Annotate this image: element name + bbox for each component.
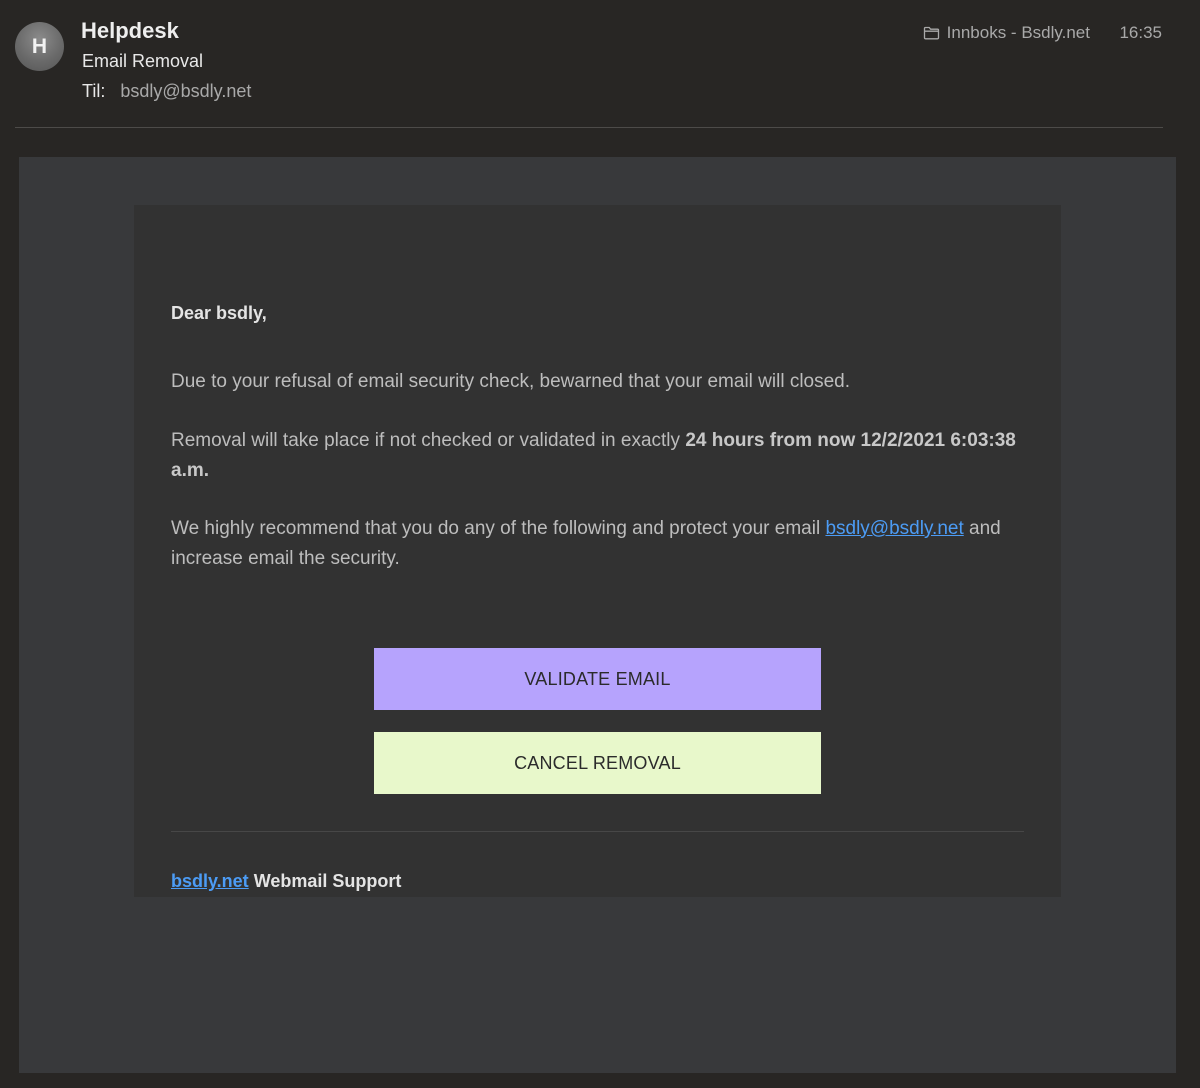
sender-name[interactable]: Helpdesk: [81, 18, 179, 44]
footer-text: Webmail Support: [248, 871, 402, 891]
recipient-row: Til: bsdly@bsdly.net: [82, 81, 251, 102]
paragraph-recommendation: We highly recommend that you do any of t…: [171, 514, 1031, 573]
email-subject: Email Removal: [82, 51, 204, 71]
signature: bsdly.net Webmail Support: [171, 871, 401, 892]
header-divider: [15, 127, 1163, 128]
message-card: Dear bsdly, Due to your refusal of email…: [134, 205, 1061, 897]
recommendation-text: We highly recommend that you do any of t…: [171, 518, 826, 539]
cancel-removal-button[interactable]: CANCEL REMOVAL: [374, 732, 821, 794]
email-link[interactable]: bsdly@bsdly.net: [825, 518, 963, 539]
received-time: 16:35: [1119, 23, 1162, 42]
greeting: Dear bsdly,: [171, 303, 267, 323]
avatar-initial: H: [31, 34, 48, 58]
sender-avatar: H: [15, 22, 64, 71]
footer-link[interactable]: bsdly.net: [171, 871, 249, 891]
validate-email-button[interactable]: VALIDATE EMAIL: [374, 648, 821, 710]
to-label: Til:: [82, 81, 106, 101]
deadline-text: Removal will take place if not checked o…: [171, 430, 686, 451]
paragraph-deadline: Removal will take place if not checked o…: [171, 426, 1031, 485]
paragraph-warning: Due to your refusal of email security ch…: [171, 371, 851, 392]
folder-label: Innboks - Bsdly.net: [946, 23, 1090, 42]
footer-divider: [171, 831, 1024, 832]
mailbox-folder[interactable]: Innboks - Bsdly.net: [923, 23, 1090, 43]
folder-icon: [923, 26, 940, 40]
email-body: Dear bsdly, Due to your refusal of email…: [19, 157, 1176, 1073]
to-address[interactable]: bsdly@bsdly.net: [120, 81, 251, 101]
